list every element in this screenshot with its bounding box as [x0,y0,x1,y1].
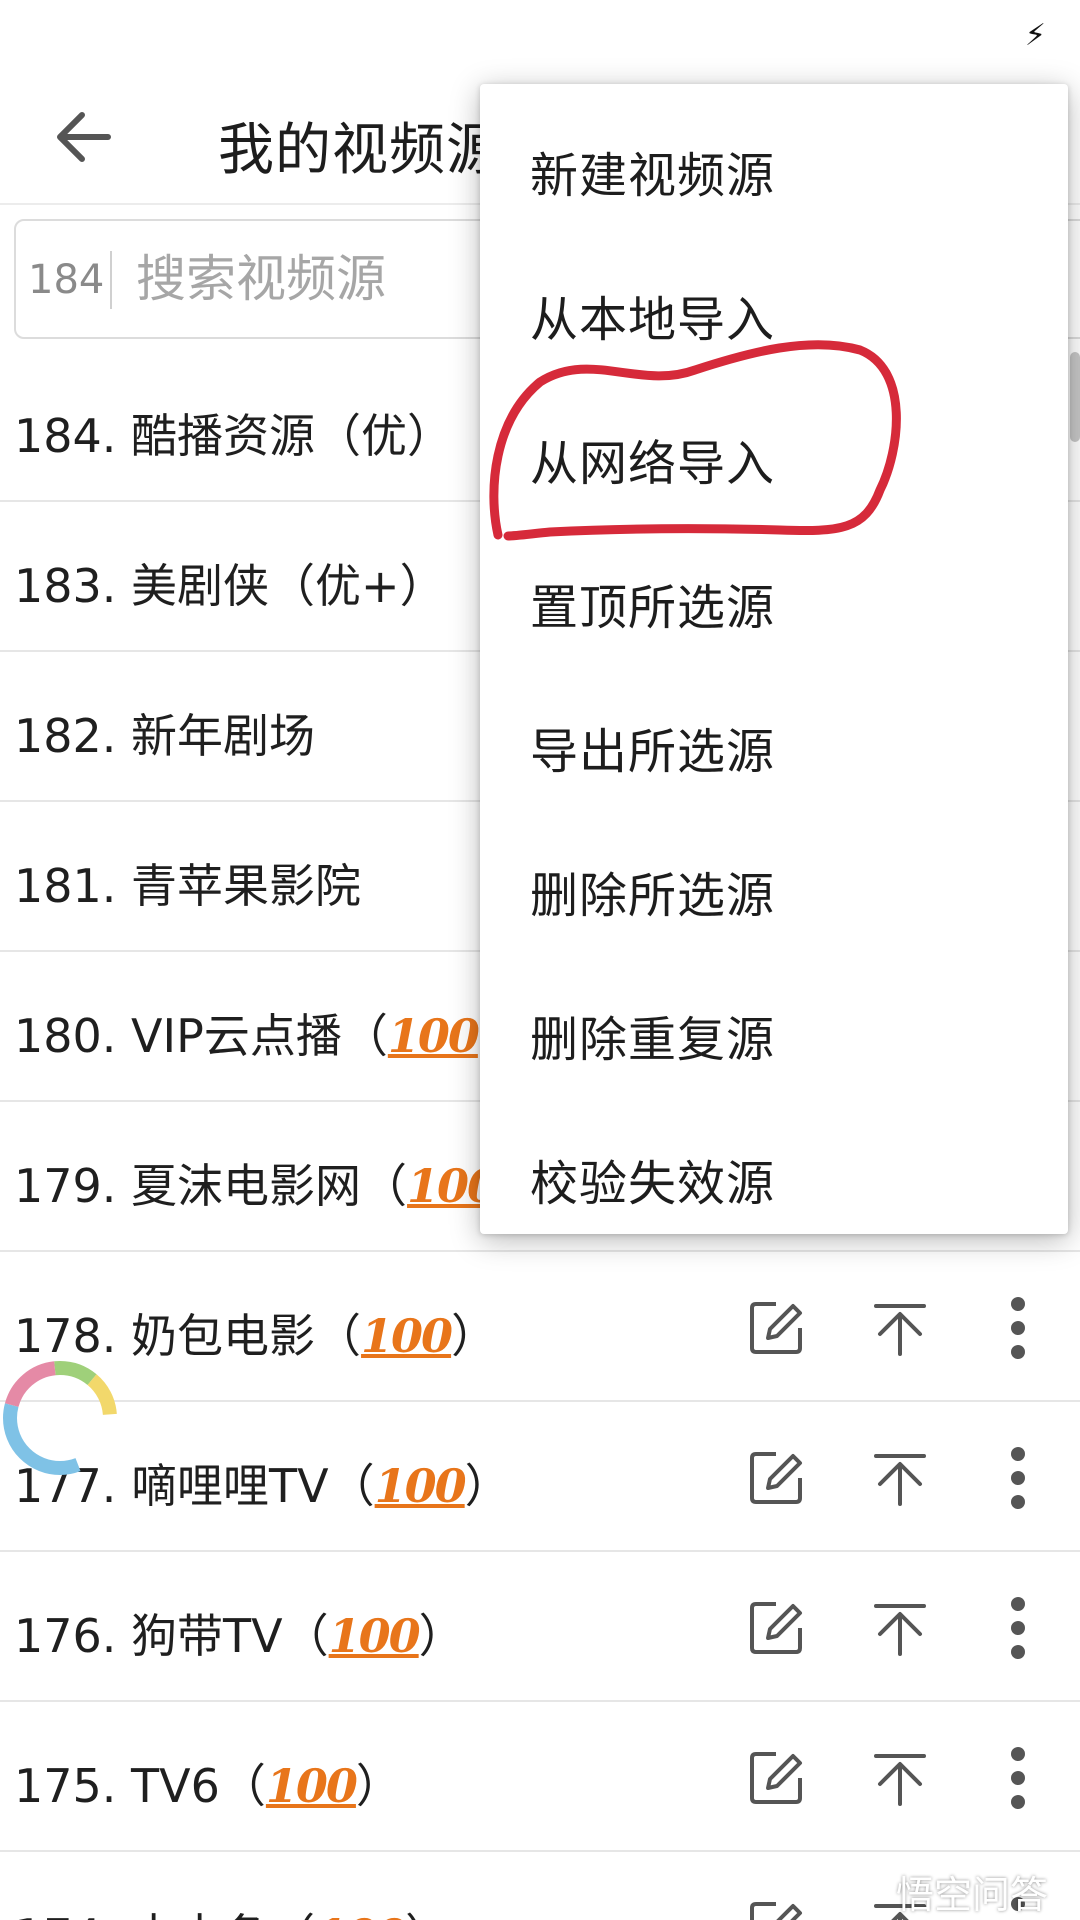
source-label: 181. 青苹果影院 [14,850,361,916]
source-name-suffix: ） [405,1909,451,1920]
source-name: 179. 夏沫电影网（ [14,1159,408,1213]
menu-item-label: 新建视频源 [530,148,776,204]
source-name-suffix: ） [451,1309,498,1363]
hundred-points-icon: 100 [328,1609,421,1663]
overflow-menu: 新建视频源从本地导入从网络导入置顶所选源导出所选源删除所选源删除重复源校验失效源 [480,84,1068,1234]
edit-icon[interactable] [746,1748,806,1808]
lightning-icon: ⚡ [1024,18,1046,53]
back-arrow-icon[interactable] [48,100,122,174]
source-label: 174. 虫虫条（100） [14,1900,451,1920]
source-label: 182. 新年剧场 [14,700,315,766]
hundred-points-icon: 100 [361,1309,453,1363]
source-row[interactable]: 175. TV6（100） [0,1702,1080,1852]
source-count: 184 [28,257,105,303]
loading-spinner-icon [3,1361,117,1475]
watermark-text: 悟空问答 [896,1873,1049,1917]
source-name: 184. 酷播资源（优） [14,409,454,463]
edit-icon[interactable] [746,1598,806,1658]
pin-to-top-icon[interactable] [870,1748,930,1808]
speech-bubble-icon [840,1868,886,1906]
pin-to-top-icon[interactable] [870,1598,930,1658]
source-name: 181. 青苹果影院 [14,859,362,913]
row-actions [720,1402,1080,1552]
source-name: 176. 狗带TV（ [14,1609,329,1663]
row-actions [720,1552,1080,1702]
menu-item-label: 导出所选源 [530,724,776,780]
pin-to-top-icon[interactable] [870,1298,930,1358]
source-label: 175. TV6（100） [14,1750,402,1816]
source-name-suffix: ） [464,1459,511,1513]
menu-item[interactable]: 删除所选源 [480,812,1068,956]
menu-item[interactable]: 新建视频源 [480,92,1068,236]
hundred-points-icon: 100 [387,1009,480,1063]
menu-item-label: 删除重复源 [530,1012,776,1068]
source-name: 182. 新年剧场 [14,709,316,763]
source-label: 180. VIP云点播（100） [14,1000,524,1066]
source-label: 176. 狗带TV（100） [14,1600,465,1666]
row-actions [720,1252,1080,1402]
pin-to-top-icon[interactable] [870,1448,930,1508]
source-name: 174. 虫虫条（ [14,1909,315,1920]
more-vertical-icon[interactable] [1006,1596,1030,1660]
menu-item-label: 删除所选源 [530,868,776,924]
page-title: 我的视频源 [218,118,503,183]
source-row[interactable]: 178. 奶包电影（100） [0,1252,1080,1402]
menu-item-label: 校验失效源 [530,1156,776,1212]
source-name-suffix: ） [418,1609,465,1663]
source-row[interactable]: 176. 狗带TV（100） [0,1552,1080,1702]
source-label: 179. 夏沫电影网（100） [14,1150,543,1216]
source-label: 184. 酷播资源（优） [14,400,453,466]
source-name: 180. VIP云点播（ [14,1009,388,1063]
menu-item[interactable]: 从网络导入 [480,380,1068,524]
menu-item[interactable]: 校验失效源 [480,1100,1068,1244]
menu-item[interactable]: 导出所选源 [480,668,1068,812]
menu-item-label: 从本地导入 [530,292,776,348]
menu-item-label: 从网络导入 [530,436,776,492]
more-vertical-icon[interactable] [1006,1746,1030,1810]
edit-icon[interactable] [746,1298,806,1358]
source-name: 175. TV6（ [14,1759,266,1813]
search-divider [110,251,112,309]
menu-item[interactable]: 置顶所选源 [480,524,1068,668]
source-name-suffix: ） [355,1759,402,1813]
hundred-points-icon: 100 [374,1459,467,1513]
edit-icon[interactable] [746,1448,806,1508]
hundred-points-icon: 100 [265,1759,358,1813]
menu-item[interactable]: 从本地导入 [480,236,1068,380]
more-vertical-icon[interactable] [1006,1296,1030,1360]
source-row[interactable]: 177. 嘀哩哩TV（100） [0,1402,1080,1552]
hundred-points-icon: 100 [315,1909,407,1920]
row-actions [720,1702,1080,1852]
menu-item[interactable]: 删除重复源 [480,956,1068,1100]
more-vertical-icon[interactable] [1006,1446,1030,1510]
status-bar: ⚡ [0,0,1080,70]
source-name: 183. 美剧侠（优+） [14,559,446,613]
edit-icon[interactable] [746,1898,806,1920]
menu-item-label: 置顶所选源 [530,580,776,636]
scrollbar[interactable] [1070,352,1080,442]
source-label: 183. 美剧侠（优+） [14,550,446,616]
